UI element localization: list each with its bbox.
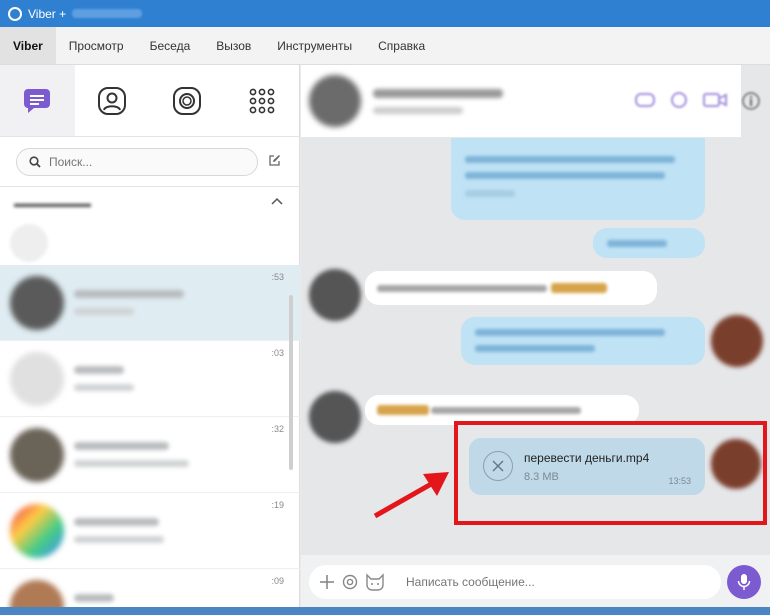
- favorite-avatar: [10, 224, 48, 262]
- window-title: Viber +: [28, 6, 67, 21]
- viber-logo-icon: [8, 6, 22, 21]
- contact-avatar-small: [309, 269, 361, 321]
- dialpad-icon: [249, 88, 275, 113]
- favorites-label-blurred: ▬▬▬▬▬▬▬: [14, 198, 91, 210]
- chat-bubble-icon: [24, 88, 51, 113]
- title-bar: Viber +: [0, 0, 770, 27]
- message-box[interactable]: [309, 565, 721, 599]
- chat-time: :03: [271, 348, 284, 358]
- video-call-icon[interactable]: [703, 91, 727, 109]
- contact-avatar-small: [309, 391, 361, 443]
- chat-list-scrollbar[interactable]: [289, 295, 293, 470]
- sticker-icon[interactable]: [365, 573, 385, 591]
- tab-public-accounts[interactable]: [150, 65, 225, 136]
- chat-time: :53: [271, 272, 284, 282]
- menu-conversation[interactable]: Беседа: [137, 27, 204, 64]
- contact-avatar[interactable]: [309, 75, 361, 127]
- message-outgoing: [593, 228, 705, 258]
- highlight-box: [454, 421, 767, 525]
- menu-call[interactable]: Вызов: [203, 27, 264, 64]
- contact-status-blurred: [373, 106, 463, 114]
- info-icon[interactable]: [741, 91, 761, 111]
- menu-viber[interactable]: Viber: [0, 27, 56, 64]
- plus-icon[interactable]: [319, 574, 335, 590]
- contact-name-blurred: [373, 88, 503, 98]
- menu-help[interactable]: Справка: [365, 27, 438, 64]
- chevron-up-icon[interactable]: [271, 197, 283, 205]
- message-incoming: [365, 271, 657, 305]
- search-box[interactable]: [16, 147, 258, 176]
- chat-time: :09: [271, 576, 284, 586]
- message-outgoing: [451, 138, 705, 220]
- contacts-icon: [98, 86, 127, 115]
- tab-contacts[interactable]: [75, 65, 150, 136]
- favorites-header[interactable]: ▬▬▬▬▬▬▬: [0, 187, 299, 221]
- chat-list-item[interactable]: :19: [0, 493, 300, 569]
- microphone-icon: [737, 574, 751, 590]
- menu-view[interactable]: Просмотр: [56, 27, 137, 64]
- tab-chats[interactable]: [0, 65, 75, 136]
- search-icon: [29, 155, 41, 168]
- conversation-panel: перевести деньги.mp4 8.3 MB 13:53: [301, 65, 770, 615]
- conversation-header: [301, 65, 760, 137]
- chat-list-item[interactable]: :03: [0, 341, 300, 417]
- message-input[interactable]: [406, 575, 686, 589]
- search-row: [0, 137, 299, 187]
- search-input[interactable]: [49, 154, 229, 169]
- message-outgoing: [461, 317, 705, 365]
- call-icon[interactable]: [635, 91, 655, 109]
- sidebar-tabs: [0, 65, 299, 137]
- avatar: [10, 351, 64, 406]
- chat-list: :53 :03 :32 :19 :09: [0, 265, 300, 615]
- user-avatar-small: [711, 315, 763, 367]
- sidebar: ▬▬▬▬▬▬▬ :53 :03 :32 :19: [0, 65, 300, 615]
- menu-tools[interactable]: Инструменты: [264, 27, 365, 64]
- tab-dialpad[interactable]: [224, 65, 299, 136]
- avatar: [10, 275, 64, 330]
- microphone-button[interactable]: [727, 565, 761, 599]
- chat-list-item[interactable]: :53: [0, 265, 300, 341]
- header-actions: [635, 91, 761, 111]
- composer-bar: [301, 555, 770, 615]
- mention-icon[interactable]: [342, 574, 358, 590]
- taskbar-strip: [0, 607, 770, 615]
- viber-out-icon[interactable]: [669, 91, 689, 109]
- avatar: [10, 427, 64, 482]
- chat-list-item[interactable]: :32: [0, 417, 300, 493]
- favorite-item[interactable]: [0, 221, 299, 265]
- public-accounts-icon: [172, 86, 201, 115]
- chat-time: :19: [271, 500, 284, 510]
- annotation-arrow-icon: [373, 472, 449, 519]
- compose-icon[interactable]: [268, 154, 281, 170]
- avatar: [10, 503, 64, 558]
- menu-bar: Viber Просмотр Беседа Вызов Инструменты …: [0, 27, 770, 65]
- account-name-blurred: [72, 9, 143, 18]
- chat-time: :32: [271, 424, 284, 434]
